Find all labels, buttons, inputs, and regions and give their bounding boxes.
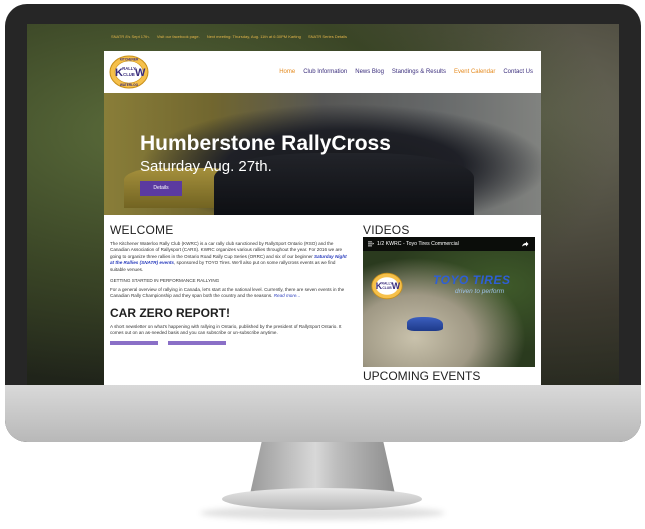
playlist-icon[interactable]: [368, 241, 374, 247]
welcome-text-a: The Kitchener Waterloo Rally Club (KWRC)…: [110, 241, 343, 259]
video-title-text: KWRC - Toyo Tires Commercial: [385, 241, 459, 247]
monitor-stand-base: [222, 488, 422, 510]
main-nav: Home Club Information News Blog Standing…: [271, 69, 533, 75]
video-thumbnail: K W RALLY CLUB TOYO TIRES driven to perf…: [363, 251, 535, 367]
kwrc-logo[interactable]: KITCHENER K W RALLY CLUB WATERLOO: [109, 55, 149, 89]
car-zero-heading: CAR ZERO REPORT!: [110, 305, 230, 320]
sidebar-column: VIDEOS K W RALLY CLUB TOYO TIRES driven …: [363, 223, 535, 383]
announcement-item[interactable]: SNATR Series Details: [308, 34, 347, 39]
details-button[interactable]: Details: [140, 181, 182, 196]
logo-w: W: [135, 67, 146, 79]
monitor-stand-neck: [250, 442, 395, 494]
welcome-paragraph: The Kitchener Waterloo Rally Club (KWRC)…: [110, 241, 348, 273]
share-icon[interactable]: [521, 240, 529, 248]
site-header: KITCHENER K W RALLY CLUB WATERLOO Home C…: [104, 51, 541, 93]
video-kwrc-logo: K W RALLY CLUB: [371, 272, 403, 300]
subscribe-button[interactable]: [110, 340, 158, 345]
video-player[interactable]: K W RALLY CLUB TOYO TIRES driven to perf…: [363, 237, 535, 367]
unsubscribe-button[interactable]: [168, 340, 226, 345]
video-title[interactable]: 1/2 KWRC - Toyo Tires Commercial: [377, 241, 459, 247]
video-title-bar: 1/2 KWRC - Toyo Tires Commercial: [363, 237, 535, 251]
overview-paragraph: For a general overview of rallying in Ca…: [110, 287, 348, 300]
website-screen: SNATR 8's Sept 17th. Visit our facebook …: [27, 24, 619, 385]
announcement-item[interactable]: Visit our facebook page.: [157, 34, 200, 39]
welcome-heading: WELCOME: [110, 223, 174, 237]
video-logo-w: W: [392, 281, 401, 291]
logo-top-text: KITCHENER: [120, 58, 139, 62]
upcoming-events-heading: UPCOMING EVENTS: [363, 369, 481, 383]
logo-club: CLUB: [123, 72, 135, 77]
logo-bottom-text: WATERLOO: [120, 83, 139, 87]
monitor-chin: [5, 385, 641, 442]
hero-banner: Humberstone RallyCross Saturday Aug. 27t…: [104, 93, 541, 215]
video-logo-club: CLUB: [382, 286, 392, 290]
nav-news-blog[interactable]: News Blog: [355, 69, 384, 75]
announcement-item[interactable]: Next meeting: Thursday, Aug. 11th at 6:3…: [207, 34, 301, 39]
announcement-item[interactable]: SNATR 8's Sept 17th.: [111, 34, 150, 39]
hero-title: Humberstone RallyCross: [140, 132, 391, 155]
hero-subtitle: Saturday Aug. 27th.: [140, 158, 272, 175]
main-column: WELCOME The Kitchener Waterloo Rally Clu…: [110, 223, 348, 345]
site-container: KITCHENER K W RALLY CLUB WATERLOO Home C…: [104, 51, 541, 385]
toyo-tires-logo: TOYO TIRES: [433, 273, 511, 287]
videos-heading: VIDEOS: [363, 223, 410, 237]
overview-text: For a general overview of rallying in Ca…: [110, 287, 345, 299]
announcement-bar: SNATR 8's Sept 17th. Visit our facebook …: [111, 34, 353, 39]
video-counter: 1/2: [377, 241, 385, 247]
video-rally-car: [407, 317, 443, 331]
nav-contact-us[interactable]: Contact Us: [503, 69, 533, 75]
nav-club-information[interactable]: Club Information: [303, 69, 347, 75]
getting-started-heading: GETTING STARTED IN PERFORMANCE RALLYING: [110, 278, 220, 284]
car-zero-paragraph: A short newsletter on what's happening w…: [110, 323, 342, 336]
nav-event-calendar[interactable]: Event Calendar: [454, 69, 495, 75]
video-logo-rally: RALLY: [382, 281, 394, 285]
nav-home[interactable]: Home: [279, 69, 295, 75]
toyo-tagline: driven to perform: [455, 288, 505, 295]
car-zero-buttons: [110, 340, 348, 345]
logo-rally: RALLY: [122, 66, 136, 71]
nav-standings-results[interactable]: Standings & Results: [392, 69, 446, 75]
read-more-link[interactable]: Read more...: [274, 293, 301, 298]
